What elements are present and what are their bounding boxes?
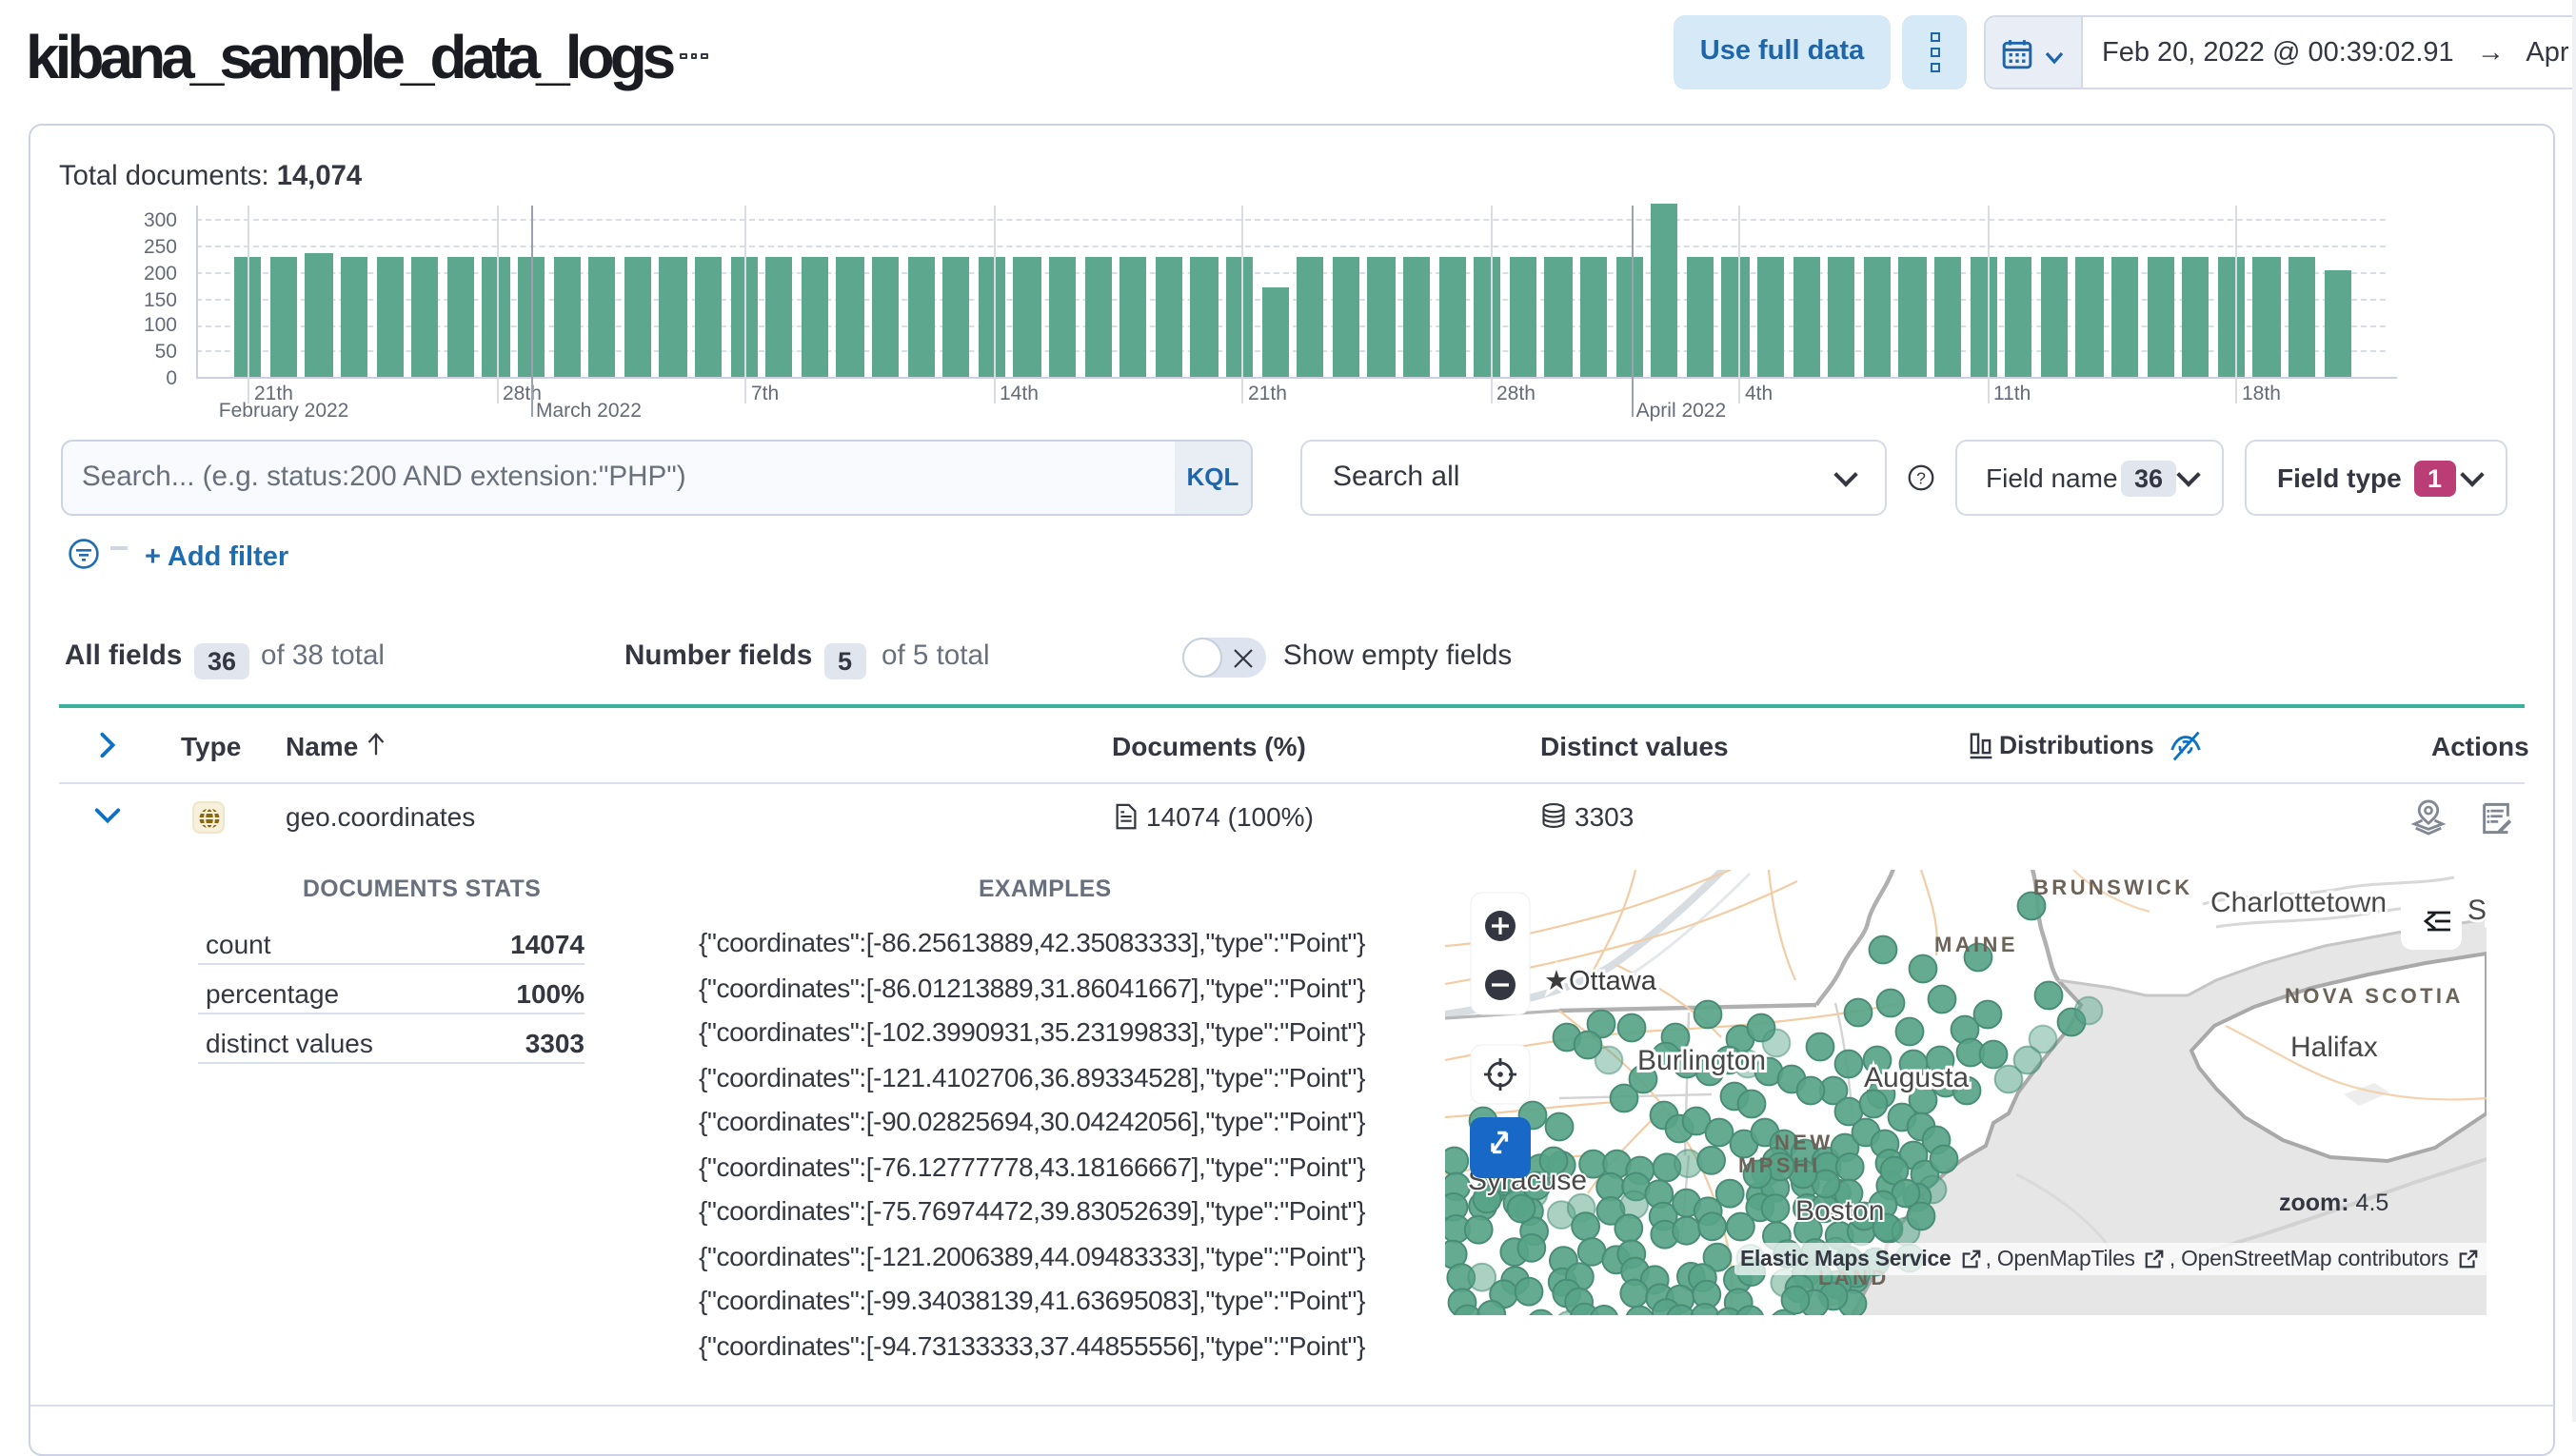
svg-text:Burlington: Burlington: [1637, 1045, 1766, 1076]
svg-text:NEW: NEW: [1774, 1131, 1833, 1154]
svg-text:★Ottawa: ★Ottawa: [1544, 966, 1657, 996]
svg-text:Charlottetown: Charlottetown: [2210, 887, 2387, 918]
svg-text:Boston: Boston: [1795, 1195, 1884, 1227]
svg-text:MPSHI: MPSHI: [1738, 1153, 1821, 1177]
svg-text:Sy: Sy: [2467, 895, 2487, 926]
svg-text:BRUNSWICK: BRUNSWICK: [2033, 876, 2192, 899]
svg-text:Augusta: Augusta: [1864, 1062, 1969, 1093]
svg-text:?: ?: [1916, 468, 1926, 487]
svg-text:MAINE: MAINE: [1934, 933, 2018, 956]
svg-text:zoom: 4.5: zoom: 4.5: [2279, 1190, 2388, 1216]
svg-text:NOVA SCOTIA: NOVA SCOTIA: [2285, 984, 2464, 1008]
svg-text:Halifax: Halifax: [2290, 1032, 2378, 1063]
